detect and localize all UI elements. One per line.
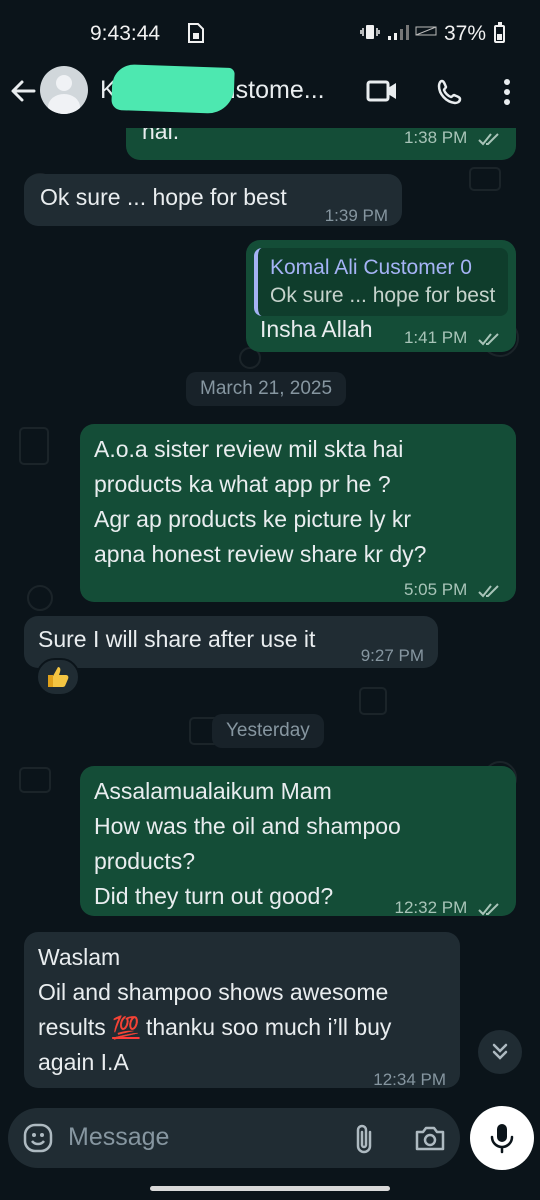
attach-icon[interactable] — [352, 1122, 378, 1159]
message-line: Oil and shampoo shows awesome — [38, 979, 389, 1005]
chat-area[interactable]: hai. 1:38 PM Ok sure ... hope for best 1… — [0, 128, 540, 1100]
message-line-with-emoji: results 💯 thanku soo much i’ll buy — [38, 1014, 392, 1040]
hundred-points-icon: 💯 — [112, 1015, 140, 1040]
read-ticks-icon — [478, 132, 499, 146]
clock: 9:43:44 — [90, 22, 161, 45]
emoji-icon[interactable] — [22, 1122, 54, 1159]
sim-card-icon — [186, 22, 206, 49]
thumbs-up-icon — [48, 667, 69, 687]
scroll-to-bottom-button[interactable] — [478, 1030, 522, 1074]
message-time: 5:05 PM — [404, 572, 502, 607]
message-line: Waslam — [38, 944, 121, 970]
message-line: Assalamualaikum Mam — [94, 778, 332, 804]
message-line: Agr ap products ke picture ly kr — [94, 506, 412, 532]
chat-header: K ustome... — [0, 60, 540, 128]
message-bubble-outgoing[interactable]: Komal Ali Customer 0 Ok sure ... hope fo… — [246, 240, 516, 352]
read-ticks-icon — [478, 902, 499, 916]
read-ticks-icon — [478, 584, 499, 598]
status-bar: 9:43:44 37% — [0, 0, 540, 60]
message-line: How was the oil and shampoo — [94, 813, 401, 839]
quoted-message[interactable]: Komal Ali Customer 0 Ok sure ... hope fo… — [254, 248, 508, 316]
reaction-badge[interactable] — [36, 658, 80, 696]
read-ticks-icon — [478, 332, 499, 346]
date-divider: Yesterday — [212, 714, 324, 748]
message-time: 1:41 PM — [404, 320, 502, 355]
redaction-mark — [111, 63, 235, 115]
message-text: Sure I will share after use it — [38, 626, 316, 652]
avatar[interactable] — [40, 66, 88, 114]
message-bubble-incoming[interactable]: Ok sure ... hope for best 1:39 PM — [24, 174, 402, 226]
camera-icon[interactable] — [414, 1124, 446, 1157]
gesture-navigation-bar[interactable] — [150, 1186, 390, 1191]
chevron-double-down-icon — [492, 1043, 508, 1060]
video-call-icon[interactable] — [366, 78, 398, 109]
message-text: hai. — [142, 128, 180, 144]
message-bubble-outgoing[interactable]: Assalamualaikum Mam How was the oil and … — [80, 766, 516, 917]
quoted-sender: Komal Ali Customer 0 — [270, 256, 472, 279]
message-text: Insha Allah — [260, 316, 373, 342]
battery-icon — [494, 22, 505, 43]
message-composer[interactable]: Message — [8, 1108, 460, 1168]
voice-message-button[interactable] — [470, 1106, 534, 1170]
vibrate-icon — [360, 22, 380, 47]
message-line: products? — [94, 848, 196, 874]
phone-icon[interactable] — [436, 78, 464, 111]
message-text: Ok sure ... hope for best — [40, 184, 287, 210]
message-bubble-outgoing[interactable]: hai. 1:38 PM — [126, 128, 516, 160]
message-time: 9:27 PM — [360, 646, 424, 665]
signal-icon — [386, 22, 412, 47]
mic-icon — [490, 1124, 514, 1154]
message-line: apna honest review share kr dy? — [94, 541, 427, 567]
battery-percent: 37% — [444, 22, 487, 45]
message-bubble-incoming[interactable]: Sure I will share after use it 9:27 PM — [24, 616, 438, 668]
message-line: products ka what app pr he ? — [94, 471, 391, 497]
message-input[interactable]: Message — [68, 1123, 169, 1152]
message-time: 1:38 PM — [404, 128, 502, 155]
more-icon[interactable] — [500, 78, 514, 111]
message-time: 12:34 PM — [373, 1070, 446, 1089]
message-bubble-outgoing[interactable]: A.o.a sister review mil skta hai product… — [80, 424, 516, 602]
message-bubble-incoming[interactable]: Waslam Oil and shampoo shows awesome res… — [24, 932, 460, 1089]
quoted-text: Ok sure ... hope for best — [270, 284, 496, 307]
date-divider: March 21, 2025 — [186, 372, 347, 406]
no-sim-icon — [414, 22, 438, 43]
message-line: A.o.a sister review mil skta hai — [94, 436, 404, 462]
message-time: 1:39 PM — [324, 206, 388, 225]
back-arrow-icon[interactable] — [8, 76, 38, 106]
message-time: 12:32 PM — [395, 890, 503, 925]
